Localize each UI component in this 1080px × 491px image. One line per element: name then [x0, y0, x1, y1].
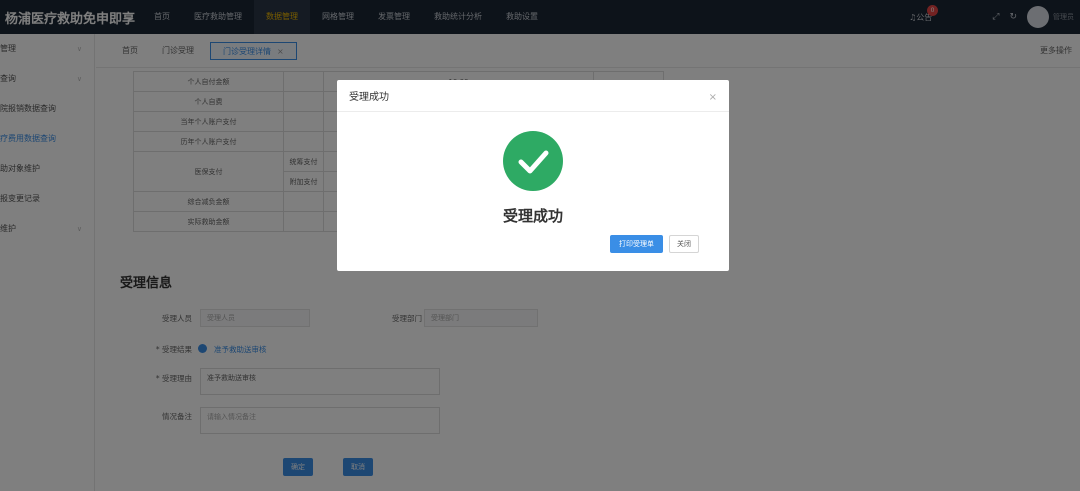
- check-circle-icon: [503, 131, 563, 191]
- checkmark-icon: [518, 150, 549, 174]
- close-button[interactable]: 关闭: [669, 235, 699, 253]
- success-message: 受理成功: [502, 207, 563, 225]
- close-icon[interactable]: ×: [709, 80, 717, 116]
- print-receipt-button[interactable]: 打印受理单: [610, 235, 663, 253]
- success-dialog: 受理成功 × 受理成功 打印受理单 关闭: [337, 80, 729, 271]
- dialog-header: 受理成功 ×: [337, 80, 729, 112]
- dialog-title: 受理成功: [349, 92, 389, 103]
